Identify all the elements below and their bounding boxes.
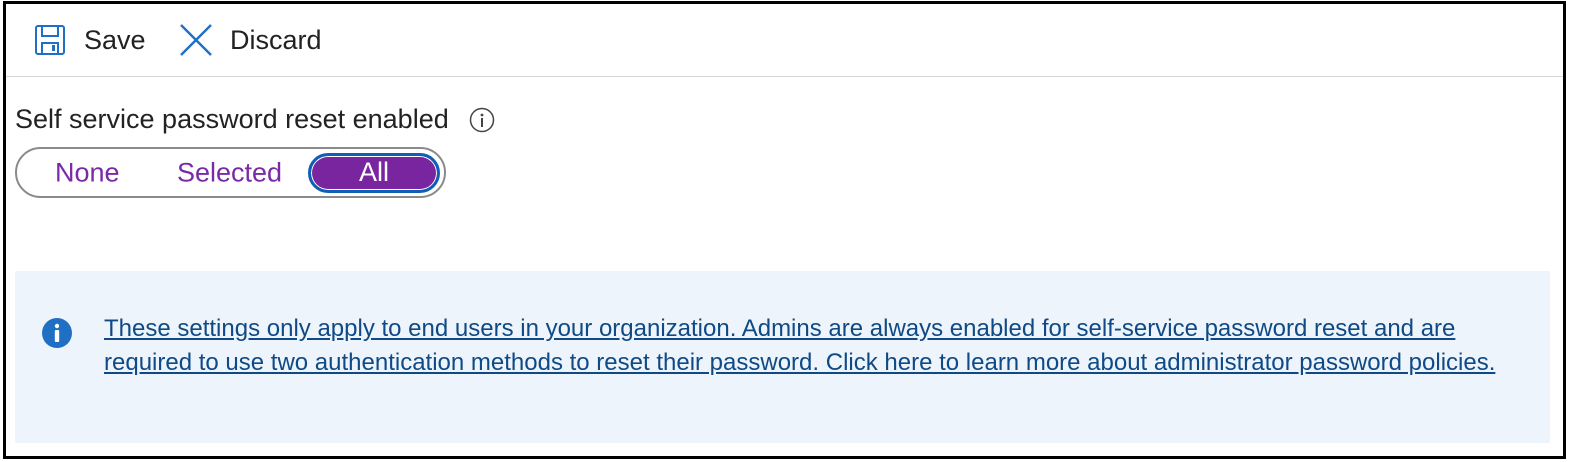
info-circle-icon[interactable] [469, 107, 495, 133]
discard-label: Discard [230, 24, 322, 55]
admin-policy-link[interactable]: These settings only apply to end users i… [104, 312, 1524, 380]
discard-button[interactable]: Discard [178, 4, 322, 76]
save-icon [35, 25, 65, 55]
info-filled-icon [42, 318, 72, 348]
option-selected[interactable]: Selected [177, 157, 282, 188]
option-none[interactable]: None [55, 157, 120, 188]
info-banner: These settings only apply to end users i… [15, 271, 1550, 443]
sspr-segmented-control: None Selected All [15, 147, 446, 198]
field-label: Self service password reset enabled [15, 104, 449, 134]
save-label: Save [84, 24, 146, 55]
option-all[interactable]: All [308, 152, 440, 193]
save-button[interactable]: Save [34, 4, 146, 76]
field-label-row: Self service password reset enabled [15, 104, 495, 135]
settings-panel: Save Discard Self service password reset… [3, 1, 1566, 459]
toolbar: Save Discard [6, 4, 1563, 77]
close-icon [180, 24, 212, 56]
